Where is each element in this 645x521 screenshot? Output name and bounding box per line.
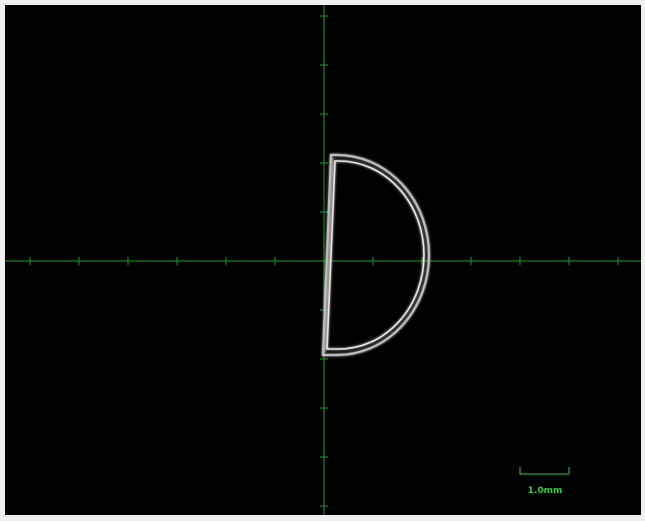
microscope-viewport[interactable]: 1.0mm xyxy=(5,5,641,515)
scale-bar-label: 1.0mm xyxy=(528,486,563,496)
image-viewer-frame: 1.0mm xyxy=(0,0,645,521)
scale-bar: 1.0mm xyxy=(519,467,570,496)
d-shaped-specimen-outline xyxy=(321,153,431,357)
crosshair-reticle xyxy=(5,5,641,515)
viewport-canvas: 1.0mm xyxy=(5,5,641,515)
specimen-outer-edge xyxy=(321,153,431,357)
specimen-inner-edge xyxy=(326,160,425,350)
